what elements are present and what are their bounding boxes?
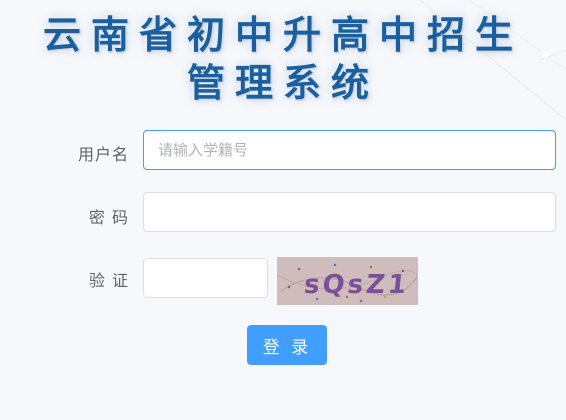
captcha-image[interactable]: sQsZ1 (276, 257, 420, 305)
password-label: 密 码 (88, 208, 129, 227)
title-line-1: 云南省初中升高中招生 (42, 13, 523, 57)
captcha-input[interactable] (143, 258, 268, 298)
captcha-graphic: sQsZ1 (276, 257, 420, 305)
login-button[interactable]: 登 录 (247, 325, 327, 365)
title-line-2: 管理系统 (186, 61, 379, 105)
captcha-label: 验 证 (88, 271, 129, 290)
username-label: 用户名 (77, 145, 129, 164)
username-input[interactable] (143, 130, 556, 170)
password-input[interactable] (143, 192, 556, 232)
captcha-text: sQsZ1 (302, 270, 410, 300)
page-title: 云南省初中升高中招生 管理系统 (0, 12, 566, 106)
